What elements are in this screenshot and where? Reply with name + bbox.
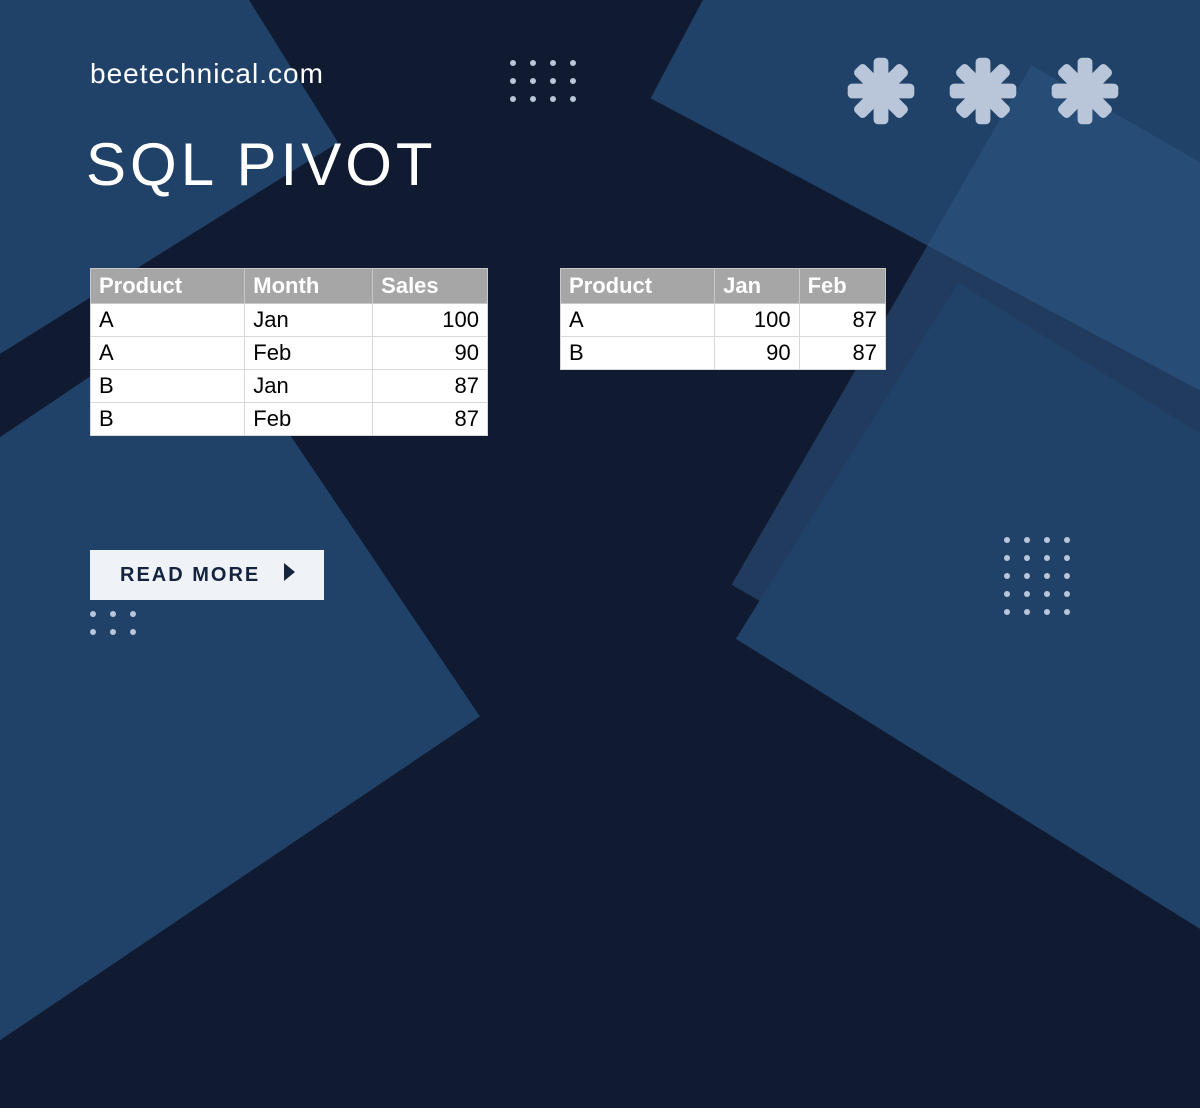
cell-month: Feb <box>245 403 373 436</box>
cell-jan: 90 <box>715 337 800 370</box>
col-product: Product <box>91 269 245 304</box>
cell-feb: 87 <box>799 304 885 337</box>
col-month: Month <box>245 269 373 304</box>
table-header-row: Product Jan Feb <box>561 269 886 304</box>
table-row: B Feb 87 <box>91 403 488 436</box>
table-row: A Feb 90 <box>91 337 488 370</box>
table-row: A Jan 100 <box>91 304 488 337</box>
chevron-right-icon <box>282 562 298 588</box>
cell-product: B <box>91 403 245 436</box>
read-more-label: READ MORE <box>120 564 260 587</box>
cell-month: Feb <box>245 337 373 370</box>
asterisk-row <box>844 54 1122 128</box>
asterisk-icon <box>946 54 1020 128</box>
source-table: Product Month Sales A Jan 100 A Feb 90 B… <box>90 268 488 436</box>
table-header-row: Product Month Sales <box>91 269 488 304</box>
page-title: SQL PIVOT <box>86 130 437 199</box>
asterisk-icon <box>1048 54 1122 128</box>
cell-month: Jan <box>245 304 373 337</box>
read-more-button[interactable]: READ MORE <box>90 550 324 600</box>
cell-product: A <box>561 304 715 337</box>
table-row: B 90 87 <box>561 337 886 370</box>
cell-product: A <box>91 304 245 337</box>
dot-grid-icon <box>1004 537 1070 615</box>
cell-month: Jan <box>245 370 373 403</box>
cell-sales: 90 <box>373 337 488 370</box>
cell-product: A <box>91 337 245 370</box>
col-jan: Jan <box>715 269 800 304</box>
col-product: Product <box>561 269 715 304</box>
dot-grid-icon <box>510 60 576 102</box>
asterisk-icon <box>844 54 918 128</box>
cell-sales: 87 <box>373 370 488 403</box>
table-row: A 100 87 <box>561 304 886 337</box>
col-sales: Sales <box>373 269 488 304</box>
cell-feb: 87 <box>799 337 885 370</box>
table-row: B Jan 87 <box>91 370 488 403</box>
site-name: beetechnical.com <box>90 58 324 90</box>
cell-product: B <box>91 370 245 403</box>
cell-sales: 87 <box>373 403 488 436</box>
cell-product: B <box>561 337 715 370</box>
pivot-table: Product Jan Feb A 100 87 B 90 87 <box>560 268 886 370</box>
col-feb: Feb <box>799 269 885 304</box>
cell-sales: 100 <box>373 304 488 337</box>
cell-jan: 100 <box>715 304 800 337</box>
